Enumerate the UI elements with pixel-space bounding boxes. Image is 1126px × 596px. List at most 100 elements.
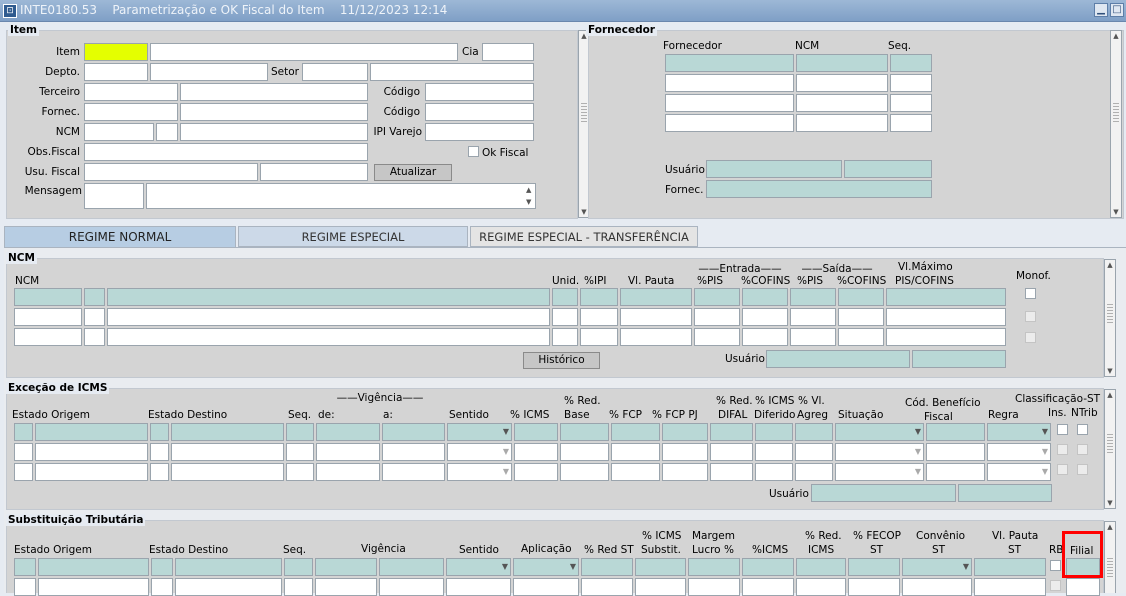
usu-fiscal-field[interactable]: [84, 163, 258, 181]
ncm-row-3-desc[interactable]: [107, 328, 550, 346]
st-row-2-aplicacao-select[interactable]: [513, 578, 579, 596]
exc-row-1-icms[interactable]: [514, 423, 558, 441]
exc-row-2-icmsdif[interactable]: [755, 443, 793, 461]
exc-row-2-destino-code[interactable]: [150, 443, 169, 461]
fornecedor-row-4-ncm[interactable]: [796, 114, 888, 132]
ncm-row-2-pauta[interactable]: [620, 308, 692, 326]
st-row-2-redicms[interactable]: [796, 578, 846, 596]
st-row-1-icms[interactable]: [742, 558, 794, 576]
ncm-row-2-ncm[interactable]: [14, 308, 82, 326]
exc-row-1-ntrib-checkbox[interactable]: [1077, 424, 1088, 435]
ncm-row-1-vlmaximo[interactable]: [886, 288, 1006, 306]
ncm-row-2-monof-checkbox[interactable]: [1025, 311, 1036, 322]
st-row-2-seq[interactable]: [284, 578, 313, 596]
st-row-2-vig-de[interactable]: [315, 578, 377, 596]
exc-row-1-destino[interactable]: [171, 423, 284, 441]
terceiro-name-field[interactable]: [180, 83, 368, 101]
exc-row-2-destino[interactable]: [171, 443, 284, 461]
ncm-row-1-desc[interactable]: [107, 288, 550, 306]
exc-row-3-origem-code[interactable]: [14, 463, 33, 481]
obs-fiscal-field[interactable]: [84, 143, 368, 161]
st-row-1-icmssub[interactable]: [635, 558, 686, 576]
ncm-row-3-cofins-saida[interactable]: [838, 328, 884, 346]
exc-row-1-icmsdif[interactable]: [755, 423, 793, 441]
scroll-up-icon[interactable]: ▲: [1105, 260, 1115, 270]
ncm-row-2-desc[interactable]: [107, 308, 550, 326]
scroll-up-icon[interactable]: ▲: [1105, 390, 1115, 400]
excecao-panel-scrollbar[interactable]: ▲ ▼: [1104, 389, 1116, 509]
minimize-icon[interactable]: ▁: [1094, 3, 1108, 17]
exc-row-2-redbase[interactable]: [560, 443, 609, 461]
exc-row-3-vlagreg[interactable]: [795, 463, 833, 481]
st-row-1-destino-code[interactable]: [151, 558, 173, 576]
ncm-row-1-pauta[interactable]: [620, 288, 692, 306]
tab-regime-normal[interactable]: REGIME NORMAL: [4, 226, 236, 248]
ncm-row-2-unid[interactable]: [552, 308, 578, 326]
exc-row-3-fcp[interactable]: [611, 463, 660, 481]
exc-row-1-seq[interactable]: [286, 423, 314, 441]
atualizar-button[interactable]: Atualizar: [374, 164, 452, 181]
fornecedor-row-2-fornecedor[interactable]: [665, 74, 794, 92]
ncm-row-3-ncm[interactable]: [14, 328, 82, 346]
fornec-codigo-field[interactable]: [425, 103, 534, 121]
exc-row-1-destino-code[interactable]: [150, 423, 169, 441]
item-ncm-ext-field[interactable]: [156, 123, 178, 141]
exc-row-3-vig-de[interactable]: [316, 463, 380, 481]
exc-row-2-origem[interactable]: [35, 443, 148, 461]
setor-name-field[interactable]: [370, 63, 534, 81]
exc-row-2-ins-checkbox[interactable]: [1057, 444, 1068, 455]
tab-regime-especial-transferencia[interactable]: REGIME ESPECIAL - TRANSFERÊNCIA: [470, 226, 698, 247]
exc-row-2-situacao-select[interactable]: ▼: [835, 443, 924, 461]
ncm-row-1-monof-checkbox[interactable]: [1025, 288, 1036, 299]
exc-row-2-vig-a[interactable]: [382, 443, 445, 461]
ncm-row-3-cofins-entrada[interactable]: [742, 328, 788, 346]
exc-row-1-ins-checkbox[interactable]: [1057, 424, 1068, 435]
st-row-2-fecop[interactable]: [848, 578, 900, 596]
st-row-1-vig-a[interactable]: [379, 558, 444, 576]
exc-row-1-cben[interactable]: [926, 423, 985, 441]
exc-row-1-vlagreg[interactable]: [795, 423, 833, 441]
st-row-1-destino[interactable]: [175, 558, 282, 576]
st-row-2-origem[interactable]: [38, 578, 149, 596]
st-row-1-vlpauta[interactable]: [974, 558, 1046, 576]
fornecedor-row-1-fornecedor[interactable]: [665, 54, 794, 72]
fornecedor-row-2-seq[interactable]: [890, 74, 932, 92]
mensagem-scroll-arrows-icon[interactable]: ▲ ▼: [526, 184, 531, 208]
ncm-row-1-pis-saida[interactable]: [790, 288, 836, 306]
exc-usuario-date-field[interactable]: [958, 484, 1052, 502]
ncm-row-2-ipi[interactable]: [580, 308, 618, 326]
mensagem-text-field[interactable]: [146, 183, 536, 209]
fornec-name-field[interactable]: [180, 103, 368, 121]
scroll-grip-icon[interactable]: [1113, 103, 1119, 123]
st-row-2-destino-code[interactable]: [151, 578, 173, 596]
scroll-grip-icon[interactable]: [1107, 558, 1113, 578]
st-row-2-convenio-select[interactable]: [902, 578, 972, 596]
scroll-grip-icon[interactable]: [1107, 304, 1113, 324]
exc-row-2-icms[interactable]: [514, 443, 558, 461]
exc-row-2-cben[interactable]: [926, 443, 985, 461]
exc-row-2-regra-select[interactable]: ▼: [987, 443, 1051, 461]
ncm-row-3-ext[interactable]: [84, 328, 105, 346]
fornecedor-panel-scrollbar[interactable]: ▲ ▼: [1110, 30, 1122, 218]
st-row-1-seq[interactable]: [284, 558, 313, 576]
cia-field[interactable]: [482, 43, 534, 61]
fornecedor-row-1-seq[interactable]: [890, 54, 932, 72]
exc-row-2-reddifal[interactable]: [710, 443, 753, 461]
ncm-row-3-vlmaximo[interactable]: [886, 328, 1006, 346]
exc-row-3-situacao-select[interactable]: ▼: [835, 463, 924, 481]
tab-regime-especial[interactable]: REGIME ESPECIAL: [238, 226, 468, 247]
ncm-usuario-date-field[interactable]: [912, 350, 1006, 368]
ncm-row-2-pis-entrada[interactable]: [694, 308, 740, 326]
exc-row-2-fcppj[interactable]: [662, 443, 708, 461]
ipi-varejo-field[interactable]: [425, 123, 534, 141]
st-row-1-rb-checkbox[interactable]: [1050, 560, 1061, 571]
depto-code-field[interactable]: [84, 63, 148, 81]
fornecedor-usuario-field[interactable]: [706, 160, 842, 178]
st-row-2-vlpauta[interactable]: [974, 578, 1046, 596]
st-row-2-redst[interactable]: [581, 578, 633, 596]
st-row-2-destino[interactable]: [175, 578, 282, 596]
st-row-2-sentido-select[interactable]: [446, 578, 511, 596]
exc-row-3-destino-code[interactable]: [150, 463, 169, 481]
exc-row-3-seq[interactable]: [286, 463, 314, 481]
exc-row-2-origem-code[interactable]: [14, 443, 33, 461]
